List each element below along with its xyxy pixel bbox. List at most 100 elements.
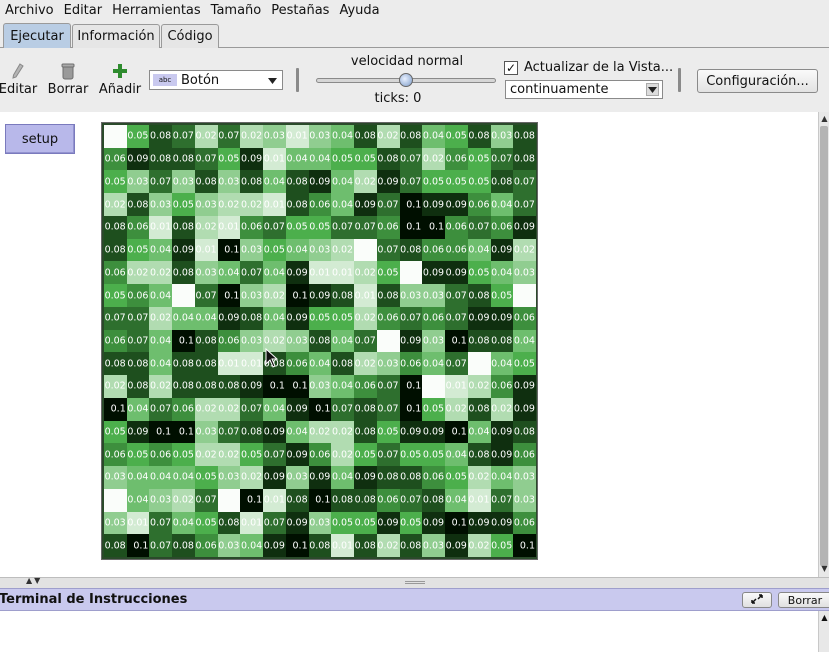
patch-label: 0.04 [127, 494, 149, 506]
patch-cell: 0.05 [445, 170, 468, 194]
patch-label: 0.06 [445, 153, 467, 165]
patch-label: 0.04 [309, 153, 331, 165]
netlogo-window: Archivo Editar Herramientas Tamaño Pesta… [0, 0, 829, 652]
patch-cell: 0.05 [331, 147, 355, 171]
update-view-checkbox[interactable]: ✓ [504, 61, 518, 75]
patch-cell: 0.02 [149, 375, 173, 398]
patch-label: 0.02 [263, 335, 285, 347]
menu-ayuda[interactable]: Ayuda [337, 3, 387, 18]
patch-cell: 0.05 [126, 125, 150, 148]
speed-slider[interactable] [316, 73, 496, 87]
menu-archivo[interactable]: Archivo [3, 3, 62, 18]
interface-scrollbar[interactable]: ▲ ▼ [818, 112, 829, 577]
tab-informacion[interactable]: Información [72, 24, 160, 48]
patch-label: 0.07 [331, 403, 354, 415]
menu-editar[interactable]: Editar [62, 3, 111, 18]
button-widget-icon: abc [153, 74, 177, 86]
patch-cell: 0.09 [467, 306, 491, 330]
patch-cell: 0.03 [217, 534, 241, 557]
patch-cell: 0.04 [422, 352, 446, 376]
patch-cell: 0.08 [399, 238, 423, 262]
clear-button[interactable]: Borrar [778, 592, 829, 608]
patch-cell: 0.04 [331, 193, 355, 216]
patch-label: 0.02 [309, 426, 331, 438]
patch-label: 0.07 [195, 494, 217, 506]
patch-cell: 0.04 [263, 397, 286, 421]
patch-label: 0.05 [309, 221, 331, 233]
patch-cell: 0.08 [467, 125, 491, 148]
scroll-up-icon[interactable]: ▲ [819, 613, 829, 622]
patch-label: 0.08 [195, 176, 217, 188]
patch-cell: 0.09 [308, 170, 332, 194]
patch-label: 0.07 [377, 403, 399, 415]
splitter-grip[interactable] [405, 581, 425, 584]
expand-button[interactable] [742, 592, 772, 608]
patch-label: 0.07 [400, 312, 422, 324]
patch-label: 0.09 [400, 335, 422, 347]
patch-cell: 0.07 [194, 284, 218, 307]
patch-label: 0.02 [104, 198, 126, 210]
patch-cell: 0.08 [172, 261, 195, 285]
patch-label: 0.06 [104, 267, 126, 279]
scrollbar-thumb[interactable] [820, 126, 828, 566]
patch-label: 0.09 [286, 517, 308, 529]
patch-cell: 0.08 [172, 375, 195, 398]
tab-ejecutar[interactable]: Ejecutar [3, 23, 71, 49]
patch-label: 0.04 [263, 267, 285, 279]
pane-splitter[interactable]: ▲▼ [0, 576, 829, 588]
edit-button[interactable]: Editar [0, 60, 38, 97]
patch-label: 0.09 [400, 426, 422, 438]
patch-cell: 0.08 [376, 466, 400, 489]
patch-label: 0.09 [513, 380, 535, 392]
patch-cell [104, 125, 127, 148]
add-button[interactable]: Añadir [98, 60, 142, 97]
patch-label: 0.05 [354, 448, 376, 460]
patch-cell: 0.06 [376, 488, 400, 512]
patch-label: 0.08 [513, 426, 535, 438]
patch-cell: 0.1 [285, 534, 309, 557]
settings-button[interactable]: Configuración... [697, 69, 818, 93]
patch-cell: 0.06 [513, 306, 536, 330]
patch-cell: 0.03 [513, 466, 536, 489]
patch-label: 0.05 [468, 267, 490, 279]
patch-cell: 0.03 [513, 488, 536, 512]
world-view[interactable]: 0.05 0.08 0.07 0.02 0.07 0.02 0.03 0.01 0.03 0.04… [101, 122, 538, 560]
splitter-arrows-icon[interactable]: ▲▼ [26, 576, 42, 585]
command-output-scrollbar[interactable]: ▲ [818, 611, 829, 652]
tab-codigo[interactable]: Código [161, 24, 219, 48]
patch-label: 0.08 [513, 153, 535, 165]
menu-herramientas[interactable]: Herramientas [110, 3, 209, 18]
update-mode-select[interactable]: continuamente [505, 80, 663, 99]
speed-slider-thumb[interactable] [399, 73, 413, 87]
delete-button[interactable]: Borrar [46, 60, 90, 97]
patch-cell: 0.1 [308, 397, 332, 421]
patch-label: 0.06 [377, 312, 399, 324]
interface-toolbar: Editar Borrar Añadir abc Botón velocidad… [0, 48, 829, 110]
patch-cell: 0.03 [194, 261, 218, 285]
patch-label: 0.02 [150, 267, 172, 279]
scroll-down-icon[interactable]: ▼ [819, 564, 829, 574]
patch-label: 0.06 [513, 448, 535, 460]
patch-cell: 0.02 [467, 466, 491, 489]
menu-tamano[interactable]: Tamaño [209, 3, 270, 18]
patch-cell: 0.05 [513, 352, 536, 376]
patch-cell: 0.05 [285, 215, 309, 239]
patch-cell: 0.04 [445, 443, 468, 467]
patch-label: 0.07 [263, 517, 285, 529]
patch-cell: 0.02 [422, 147, 446, 171]
command-output[interactable] [0, 611, 818, 652]
patch-label: 0.08 [354, 539, 376, 551]
setup-button[interactable]: setup [5, 124, 75, 154]
patch-label: 0.03 [195, 426, 217, 438]
patch-cell: 0.09 [490, 420, 514, 444]
patch-cell: 0.03 [285, 329, 309, 353]
widget-type-select[interactable]: abc Botón [149, 70, 283, 90]
scroll-up-icon[interactable]: ▲ [819, 114, 829, 124]
menu-pestanas[interactable]: Pestañas [269, 3, 337, 18]
patch-label: 0.08 [468, 403, 490, 415]
chevron-down-icon [266, 74, 279, 87]
patch-label: 0.03 [377, 357, 399, 369]
patch-label: 0.01 [241, 357, 263, 369]
patch-cell: 0.03 [240, 238, 264, 262]
patch-cell: 0.08 [104, 215, 127, 239]
